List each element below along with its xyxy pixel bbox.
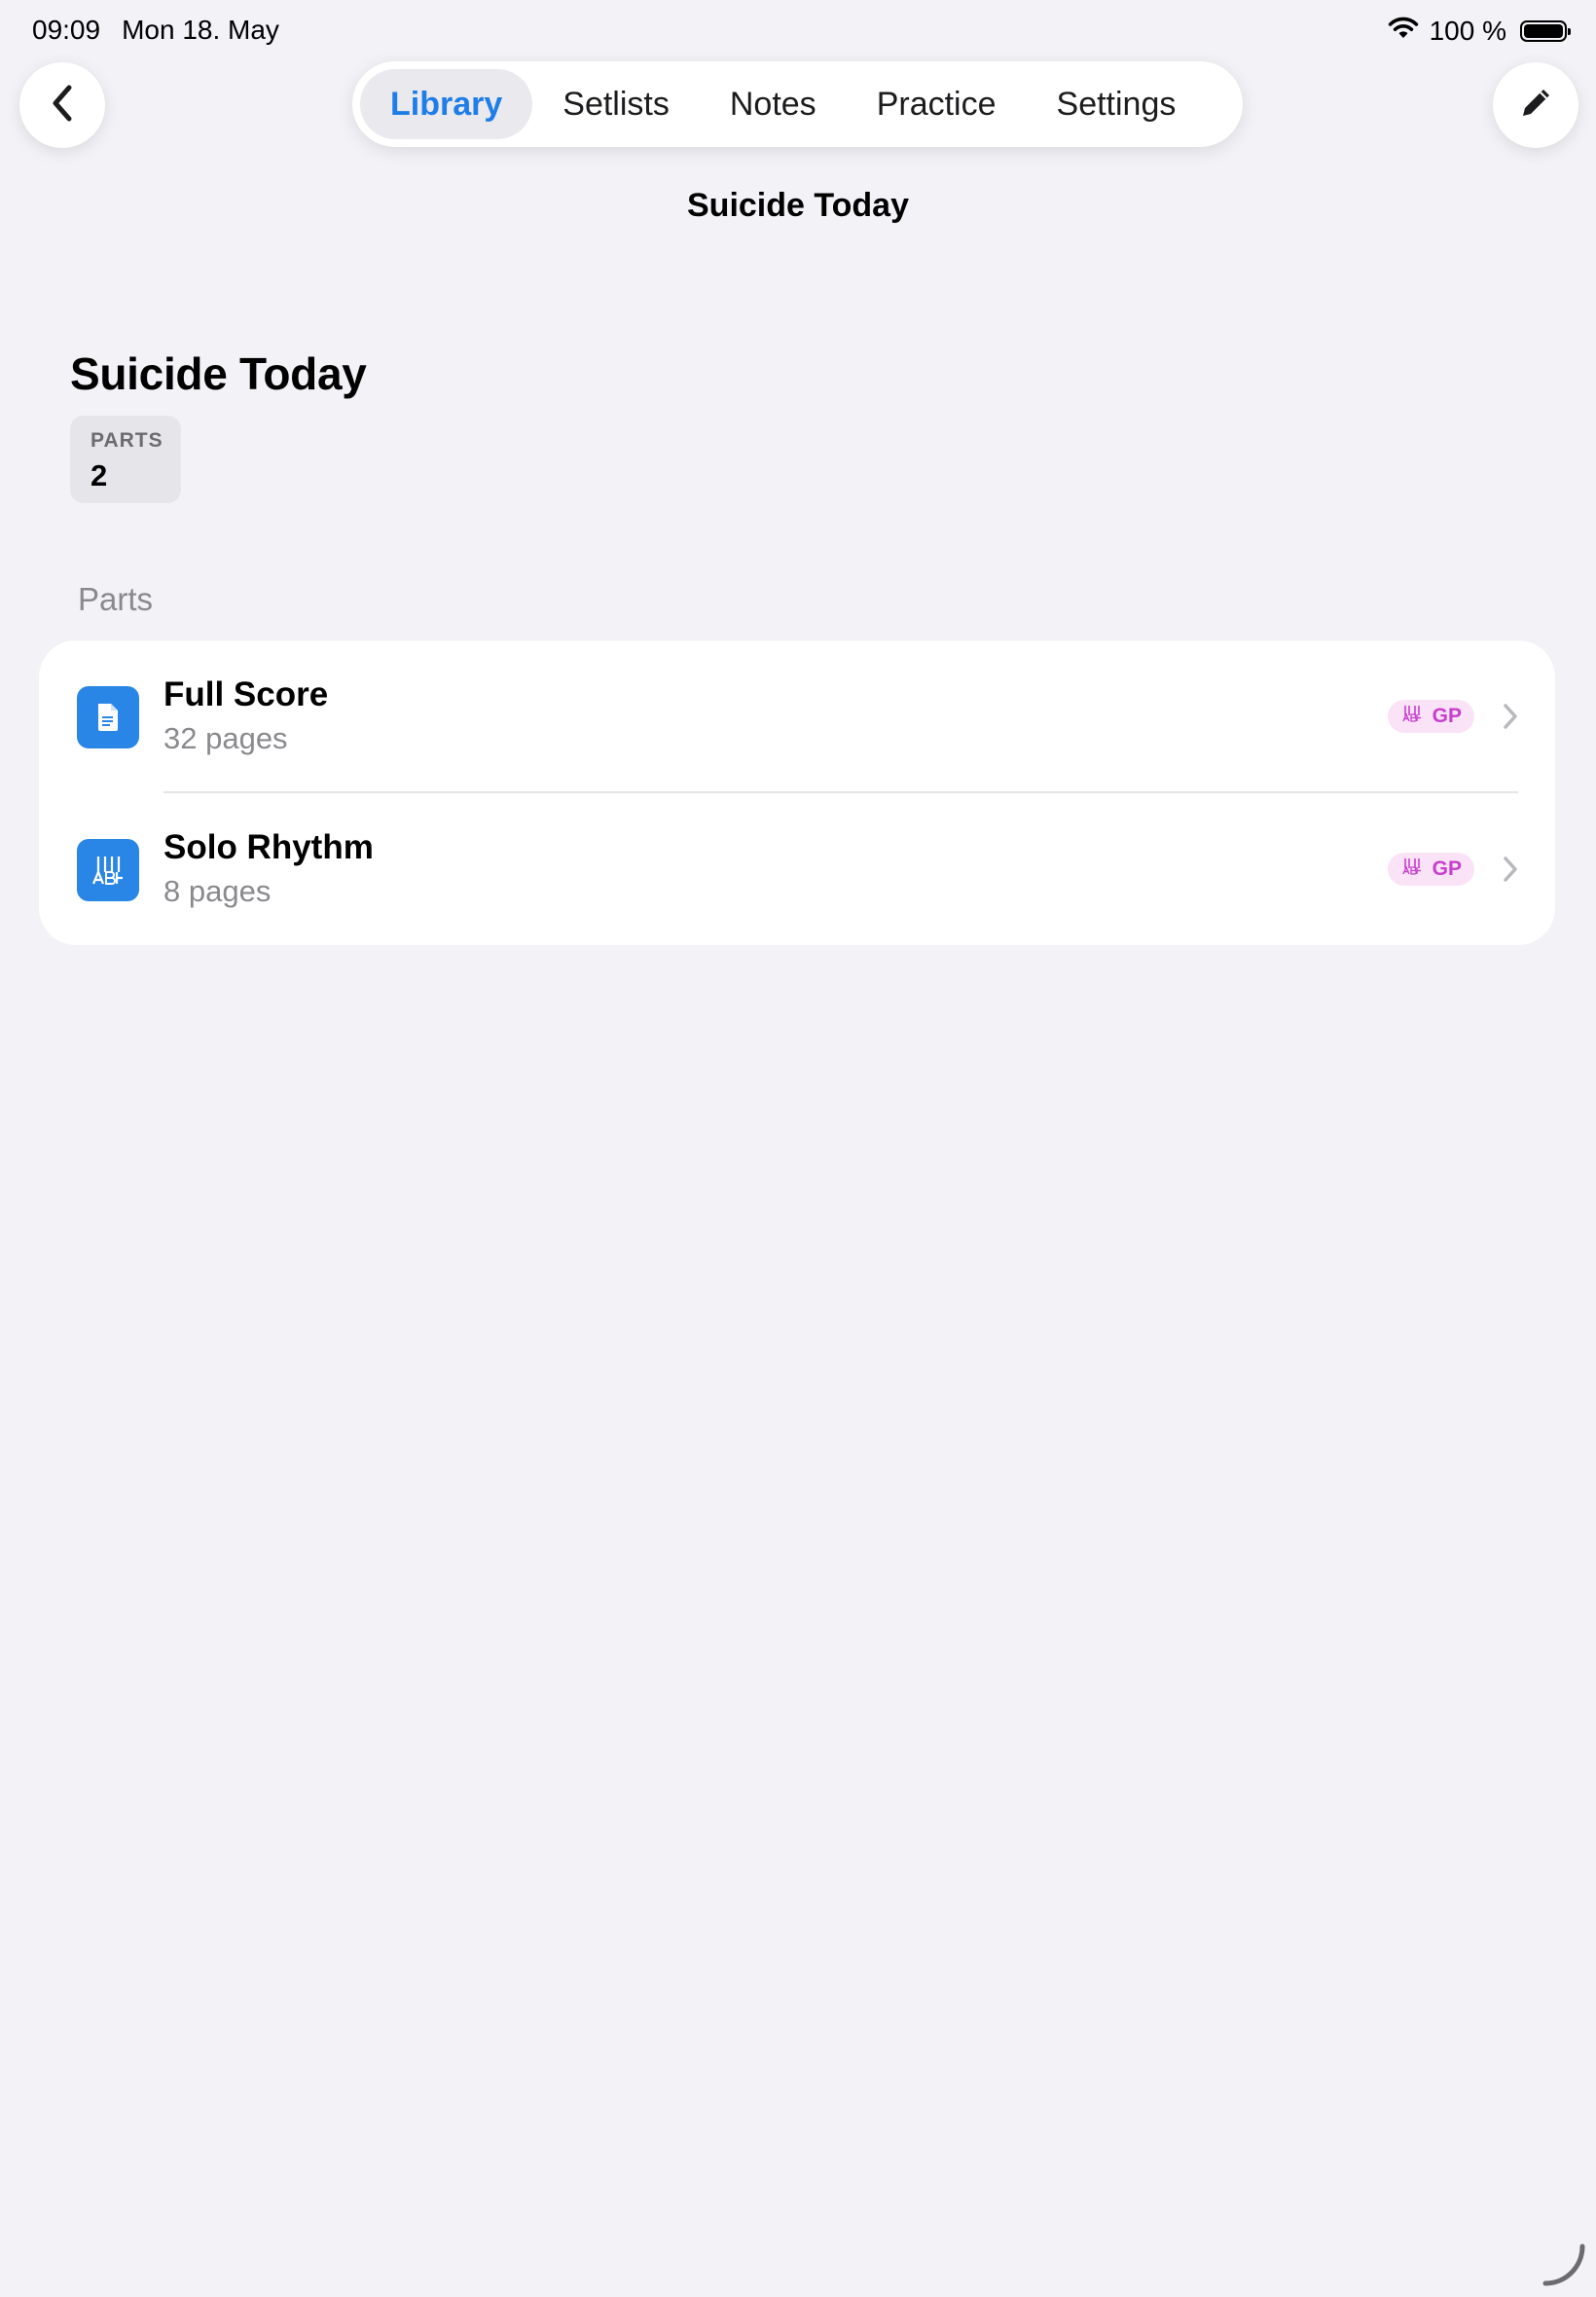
gp-badge: GP	[1387, 700, 1474, 733]
chevron-left-icon	[48, 82, 77, 129]
back-button[interactable]	[19, 62, 105, 148]
parts-count-label: PARTS	[91, 429, 163, 452]
edit-button[interactable]	[1493, 62, 1578, 148]
chevron-right-icon	[1501, 854, 1520, 885]
status-bar: 09:09 Mon 18. May 100 %	[0, 0, 1596, 60]
tab-library[interactable]: Library	[360, 69, 533, 139]
tab-bar: Library Setlists Notes Practice Settings	[352, 61, 1243, 147]
status-left: 09:09 Mon 18. May	[32, 15, 279, 46]
part-title: Solo Rhythm	[163, 828, 374, 866]
tab-settings[interactable]: Settings	[1027, 69, 1207, 139]
badge-label: GP	[1432, 857, 1462, 880]
status-right: 100 %	[1387, 15, 1571, 47]
document-icon	[77, 686, 139, 748]
status-time: 09:09	[32, 15, 101, 45]
tab-setlists[interactable]: Setlists	[532, 69, 700, 139]
battery-percentage: 100 %	[1429, 15, 1506, 46]
window-resize-handle[interactable]	[1540, 2241, 1588, 2289]
guitar-pro-icon	[1401, 857, 1423, 882]
pencil-icon	[1516, 84, 1555, 128]
wifi-icon	[1387, 15, 1420, 47]
nav-title: Suicide Today	[687, 187, 909, 224]
tab-practice[interactable]: Practice	[847, 69, 1027, 139]
parts-list: Full Score 32 pages GP Solo Rhythm 8 pag…	[39, 640, 1555, 945]
battery-icon	[1520, 19, 1571, 42]
section-header-parts: Parts	[78, 581, 154, 617]
page-title: Suicide Today	[70, 348, 367, 399]
parts-count-chip: PARTS 2	[70, 416, 181, 503]
battery-fill	[1524, 23, 1563, 38]
tab-notes[interactable]: Notes	[700, 69, 847, 139]
part-page-count: 8 pages	[163, 874, 272, 908]
guitar-pro-icon	[1401, 704, 1423, 729]
gp-badge: GP	[1387, 853, 1474, 886]
parts-count-value: 2	[91, 458, 108, 492]
badge-label: GP	[1432, 705, 1462, 727]
status-date: Mon 18. May	[122, 15, 279, 45]
list-item[interactable]: Full Score 32 pages GP	[39, 640, 1555, 793]
tablature-icon	[77, 839, 139, 901]
part-page-count: 32 pages	[163, 721, 288, 755]
list-item[interactable]: Solo Rhythm 8 pages GP	[39, 793, 1555, 945]
part-title: Full Score	[163, 675, 329, 713]
chevron-right-icon	[1501, 701, 1520, 732]
